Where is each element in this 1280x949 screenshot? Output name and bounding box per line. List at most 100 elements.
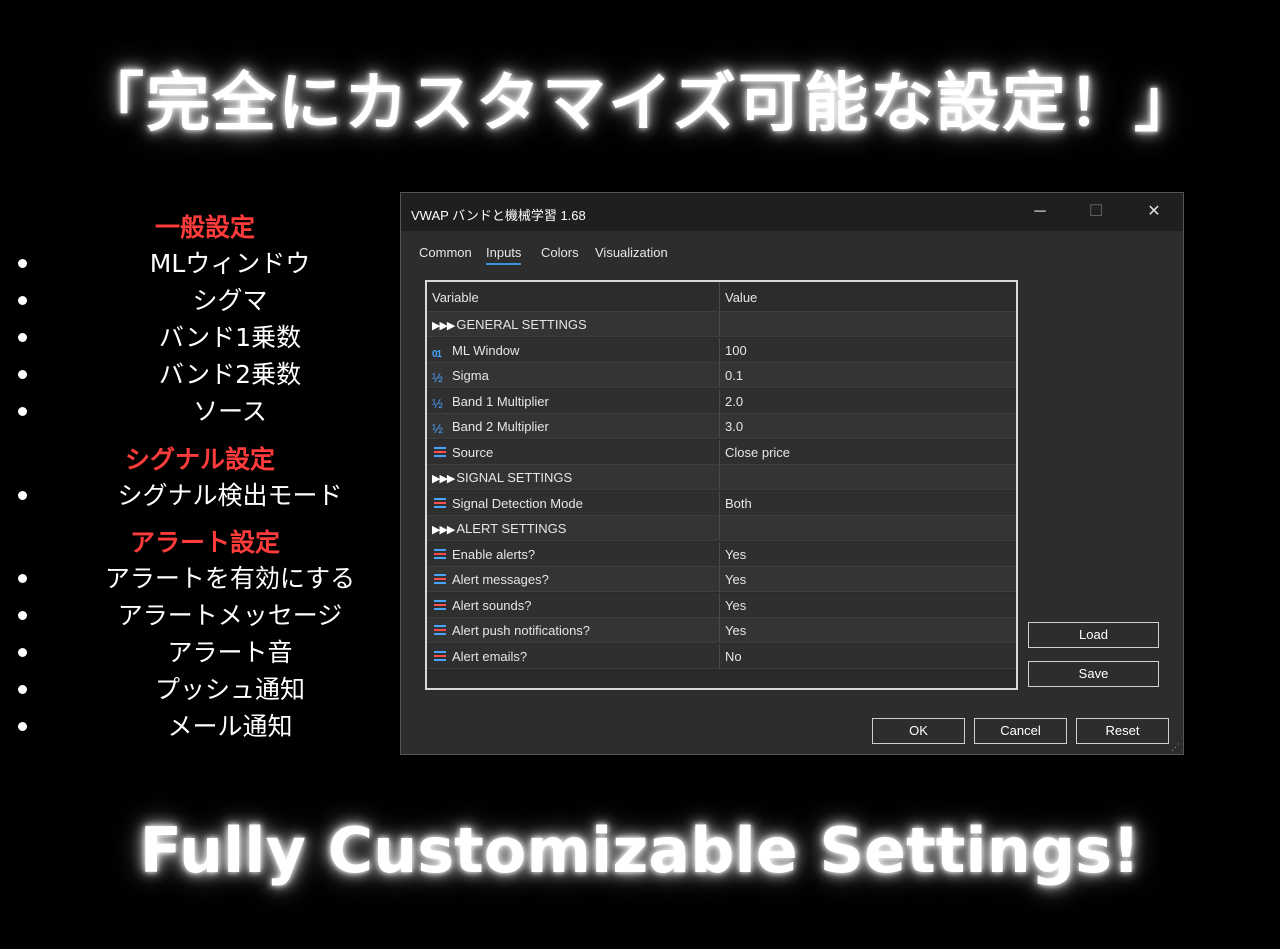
dialog-titlebar[interactable]: VWAP バンドと機械学習 1.68 ─ ☐ ✕ <box>401 193 1183 231</box>
variable-value[interactable]: 2.0 <box>725 394 743 409</box>
load-button[interactable]: Load <box>1028 622 1159 648</box>
bullet-icon <box>18 685 27 694</box>
table-row[interactable]: Enable alerts? Yes <box>427 541 1016 567</box>
list-item: アラート音 <box>0 633 400 669</box>
fraction-type-icon: ½ <box>432 370 443 385</box>
variable-value[interactable]: Yes <box>725 572 746 587</box>
table-row[interactable]: ½ Band 1 Multiplier 2.0 <box>427 388 1016 414</box>
table-row[interactable]: Alert messages? Yes <box>427 567 1016 592</box>
bullet-icon <box>18 333 27 342</box>
variable-name: Band 2 Multiplier <box>452 419 549 434</box>
inputs-grid[interactable]: Variable Value ▶▶▶ GENERAL SETTINGS 01 ML W… <box>425 280 1018 690</box>
enum-type-icon <box>432 598 448 612</box>
section-arrows-icon: ▶▶▶ <box>432 320 455 332</box>
fraction-type-icon: ½ <box>432 395 443 411</box>
section-arrows-icon: ▶▶▶ <box>432 473 455 485</box>
variable-value[interactable]: Yes <box>725 547 746 562</box>
section-row[interactable]: ▶▶▶ GENERAL SETTINGS <box>427 312 1016 337</box>
variable-name: ML Window <box>452 342 520 358</box>
variable-name: ALERT SETTINGS <box>456 521 567 536</box>
section-title-alert: アラート設定 <box>129 528 280 557</box>
variable-name: Band 1 Multiplier <box>452 393 549 409</box>
indicator-properties-dialog: VWAP バンドと機械学習 1.68 ─ ☐ ✕ Common Inputs C… <box>400 192 1184 755</box>
ok-button[interactable]: OK <box>872 718 965 744</box>
save-button[interactable]: Save <box>1028 661 1159 687</box>
fraction-type-icon: ½ <box>432 421 443 436</box>
variable-value[interactable]: No <box>725 649 742 664</box>
section-arrows-icon: ▶▶▶ <box>432 524 455 536</box>
variable-name: SIGNAL SETTINGS <box>456 470 573 485</box>
enum-type-icon <box>432 623 448 637</box>
table-row[interactable]: Signal Detection Mode Both <box>427 490 1016 516</box>
bullet-icon <box>18 491 27 500</box>
variable-value[interactable]: Yes <box>725 598 746 613</box>
variable-name: Source <box>452 444 494 460</box>
bullet-icon <box>18 722 27 731</box>
maximize-icon: ☐ <box>1088 203 1104 220</box>
minimize-icon[interactable]: ─ <box>1011 193 1069 231</box>
list-item: アラートメッセージ <box>0 596 400 632</box>
cancel-button[interactable]: Cancel <box>974 718 1067 744</box>
variable-value[interactable]: 100 <box>725 343 747 358</box>
list-item: シグナル検出モード <box>0 476 400 512</box>
variable-value[interactable]: Close price <box>725 445 790 460</box>
variable-name: Alert sounds? <box>452 597 532 613</box>
table-row[interactable]: Alert sounds? Yes <box>427 592 1016 618</box>
section-row[interactable]: ▶▶▶ SIGNAL SETTINGS <box>427 465 1016 490</box>
table-row[interactable]: Alert emails? No <box>427 643 1016 669</box>
variable-value[interactable]: Both <box>725 496 752 511</box>
enum-type-icon <box>432 649 448 663</box>
section-title-general: 一般設定 <box>154 213 255 242</box>
variable-value[interactable]: 0.1 <box>725 368 743 383</box>
variable-name: Alert messages? <box>452 572 549 587</box>
enum-type-icon <box>432 496 448 510</box>
variable-value[interactable]: Yes <box>725 623 746 638</box>
table-row[interactable]: ½ Band 2 Multiplier 3.0 <box>427 414 1016 439</box>
headline-english: Fully Customizable Settings! <box>139 814 1141 887</box>
dialog-title: VWAP バンドと機械学習 1.68 <box>411 208 586 223</box>
resize-grip-icon[interactable]: ⋰ <box>1171 742 1181 752</box>
enum-type-icon <box>432 445 448 459</box>
list-item: プッシュ通知 <box>0 670 400 706</box>
bullet-icon <box>18 296 27 305</box>
section-row[interactable]: ▶▶▶ ALERT SETTINGS <box>427 516 1016 541</box>
tab-inputs[interactable]: Inputs <box>486 245 522 265</box>
bullet-icon <box>18 407 27 416</box>
section-title-signal: シグナル設定 <box>124 445 275 474</box>
bullet-icon <box>18 259 27 268</box>
headline-japanese: 「完全にカスタマイズ可能な設定！」 <box>79 67 1201 141</box>
list-item: ソース <box>0 392 400 428</box>
column-header-value[interactable]: Value <box>725 290 757 305</box>
variable-name: GENERAL SETTINGS <box>456 317 587 332</box>
tab-colors[interactable]: Colors <box>541 245 579 260</box>
reset-button[interactable]: Reset <box>1076 718 1169 744</box>
integer-type-icon: 01 <box>432 348 442 360</box>
table-row[interactable]: Alert push notifications? Yes <box>427 618 1016 643</box>
variable-name: Alert emails? <box>452 648 528 664</box>
variable-name: Signal Detection Mode <box>452 495 583 511</box>
variable-name: Enable alerts? <box>452 546 536 562</box>
tab-visualization[interactable]: Visualization <box>595 245 668 260</box>
tab-common[interactable]: Common <box>419 245 472 260</box>
enum-type-icon <box>432 572 448 586</box>
bullet-icon <box>18 370 27 379</box>
enum-type-icon <box>432 547 448 561</box>
close-icon[interactable]: ✕ <box>1125 193 1183 231</box>
bullet-icon <box>18 611 27 620</box>
list-item: シグマ <box>0 281 400 317</box>
list-item: MLウィンドウ <box>0 244 400 280</box>
table-row[interactable]: 01 ML Window 100 <box>427 337 1016 363</box>
list-item: アラートを有効にする <box>0 559 400 595</box>
table-row[interactable]: ½ Sigma 0.1 <box>427 363 1016 388</box>
variable-value[interactable]: 3.0 <box>725 419 743 434</box>
list-item: バンド1乗数 <box>0 318 400 354</box>
column-header-variable[interactable]: Variable <box>432 290 479 305</box>
bullet-icon <box>18 648 27 657</box>
variable-name: Sigma <box>452 368 489 383</box>
table-row[interactable]: Source Close price <box>427 439 1016 465</box>
grid-header: Variable Value <box>427 282 1016 312</box>
variable-name: Alert push notifications? <box>452 623 591 638</box>
list-item: バンド2乗数 <box>0 355 400 391</box>
list-item: メール通知 <box>0 707 400 743</box>
bullet-icon <box>18 574 27 583</box>
